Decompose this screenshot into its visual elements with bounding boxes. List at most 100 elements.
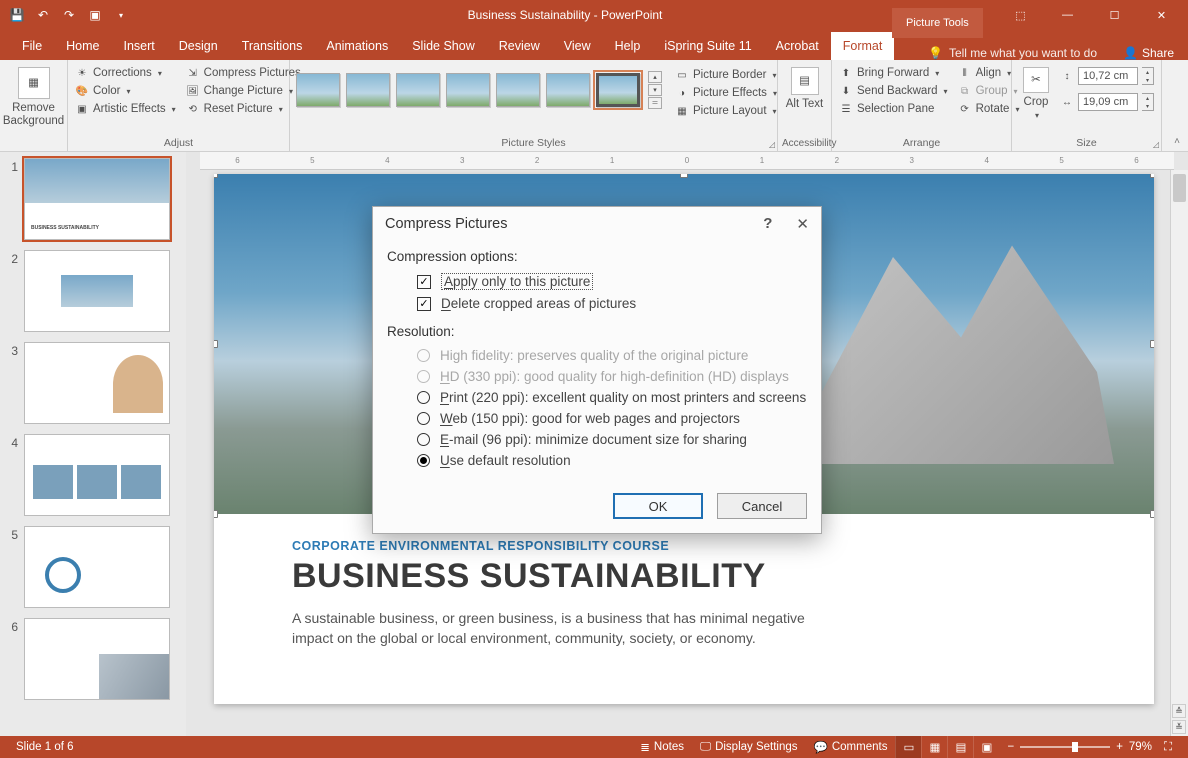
tab-help[interactable]: Help [603,32,653,60]
slide-thumb-1[interactable]: BUSINESS SUSTAINABILITY [24,158,170,240]
slide-thumb-5[interactable] [24,526,170,608]
fit-to-window-icon[interactable]: ⛶ [1158,741,1172,754]
picture-effects-button[interactable]: ◑Picture Effects▾ [672,85,780,101]
notes-button[interactable]: ≣Notes [632,740,692,754]
tab-transitions[interactable]: Transitions [230,32,315,60]
style-thumb[interactable] [296,73,340,107]
close-icon[interactable]: ✕ [1139,0,1184,30]
radio-icon [417,391,430,404]
res-email-radio[interactable]: E-mail (96 ppi): minimize document size … [387,429,807,450]
tab-animations[interactable]: Animations [314,32,400,60]
tab-home[interactable]: Home [54,32,111,60]
style-thumb-selected[interactable] [596,73,640,107]
gallery-more-icon[interactable]: ＝ [648,97,662,109]
selection-pane-button[interactable]: ☰Selection Pane [836,101,951,117]
redo-icon[interactable]: ↷ [58,4,80,26]
tab-file[interactable]: File [10,32,54,60]
apply-only-checkbox[interactable]: ✓ Apply only to this picture [387,270,807,293]
res-web-radio[interactable]: Web (150 ppi): good for web pages and pr… [387,408,807,429]
save-icon[interactable]: 💾 [6,4,28,26]
display-settings-button[interactable]: 🖵Display Settings [692,741,806,754]
size-dialog-launcher-icon[interactable]: ◿ [1153,140,1159,149]
delete-cropped-checkbox[interactable]: ✓ Delete cropped areas of pictures [387,293,807,314]
tab-format[interactable]: Format [831,32,895,60]
reset-picture-button[interactable]: ⟲Reset Picture▾ [183,101,304,117]
bring-forward-icon: ⬆ [839,66,853,80]
height-input[interactable]: 10,72 cm [1078,67,1138,85]
send-backward-button[interactable]: ⬇Send Backward▾ [836,83,951,99]
styles-dialog-launcher-icon[interactable]: ◿ [769,140,775,149]
crop-button[interactable]: ✂ Crop▾ [1016,65,1056,120]
maximize-icon[interactable]: ☐ [1092,0,1137,30]
picture-layout-button[interactable]: ▦Picture Layout▾ [672,103,780,119]
slide-thumb-3[interactable] [24,342,170,424]
artistic-effects-button[interactable]: ▣Artistic Effects▾ [72,101,179,117]
corrections-button[interactable]: ☀Corrections▾ [72,65,179,81]
slide-thumb-6[interactable] [24,618,170,700]
tab-ispring[interactable]: iSpring Suite 11 [652,32,763,60]
zoom-in-icon[interactable]: + [1116,741,1123,753]
zoom-level[interactable]: 79% [1129,741,1152,753]
bring-forward-button[interactable]: ⬆Bring Forward▾ [836,65,951,81]
start-from-beginning-icon[interactable]: ▣ [84,4,106,26]
gallery-up-icon[interactable]: ▴ [648,71,662,83]
comments-button[interactable]: 💬Comments [806,740,896,754]
slide-indicator[interactable]: Slide 1 of 6 [8,741,82,753]
gallery-down-icon[interactable]: ▾ [648,84,662,96]
picture-border-button[interactable]: ▭Picture Border▾ [672,67,780,83]
ok-button[interactable]: OK [613,493,703,519]
scroll-thumb[interactable] [1173,174,1186,202]
cancel-button[interactable]: Cancel [717,493,807,519]
slide-thumbnail-pane[interactable]: 1BUSINESS SUSTAINABILITY 2 3 4 5 6 [0,152,186,736]
res-print-radio[interactable]: Print (220 ppi): excellent quality on mo… [387,387,807,408]
tab-insert[interactable]: Insert [112,32,167,60]
style-thumb[interactable] [346,73,390,107]
tab-acrobat[interactable]: Acrobat [764,32,831,60]
prev-slide-icon[interactable]: ≙ [1172,704,1186,718]
zoom-thumb[interactable] [1072,742,1078,752]
zoom-out-icon[interactable]: − [1007,741,1014,753]
alt-text-button[interactable]: ▤ Alt Text [783,65,827,111]
tab-view[interactable]: View [552,32,603,60]
style-thumb[interactable] [546,73,590,107]
undo-icon[interactable]: ↶ [32,4,54,26]
zoom-slider[interactable]: − + 79% ⛶ [999,741,1180,754]
send-backward-icon: ⬇ [839,84,853,98]
group-styles-label: Picture Styles [294,135,773,151]
vertical-scrollbar[interactable]: ≙ ≚ [1170,170,1188,736]
remove-background-button[interactable]: ▦ Remove Background [3,65,64,127]
dialog-close-icon[interactable]: ✕ [796,215,809,233]
res-default-radio[interactable]: Use default resolution [387,450,807,471]
picture-styles-gallery[interactable]: ▴ ▾ ＝ [294,65,664,109]
compress-pictures-button[interactable]: ⇲Compress Pictures [183,65,304,81]
tab-design[interactable]: Design [167,32,230,60]
style-thumb[interactable] [496,73,540,107]
normal-view-icon[interactable]: ▭ [895,736,921,758]
share-button[interactable]: 👤 Share [1109,46,1188,60]
slide-subtitle: CORPORATE ENVIRONMENTAL RESPONSIBILITY C… [292,539,1054,553]
ribbon-display-options-icon[interactable]: ⬚ [998,0,1043,30]
next-slide-icon[interactable]: ≚ [1172,720,1186,734]
slideshow-view-icon[interactable]: ▣ [973,736,999,758]
help-icon[interactable]: ? [763,215,772,233]
tab-review[interactable]: Review [487,32,552,60]
slide-thumb-4[interactable] [24,434,170,516]
reading-view-icon[interactable]: ▤ [947,736,973,758]
reset-icon: ⟲ [186,102,200,116]
color-button[interactable]: 🎨Color▾ [72,83,179,99]
qat-customize-icon[interactable]: ▾ [110,4,132,26]
tab-slideshow[interactable]: Slide Show [400,32,487,60]
slide-thumb-2[interactable] [24,250,170,332]
style-thumb[interactable] [396,73,440,107]
sorter-view-icon[interactable]: ▦ [921,736,947,758]
minimize-icon[interactable]: — [1045,0,1090,30]
tell-me-search[interactable]: 💡 Tell me what you want to do [916,46,1109,60]
slide-title: BUSINESS SUSTAINABILITY [292,557,1054,596]
change-picture-button[interactable]: 🖼Change Picture▾ [183,83,304,99]
collapse-ribbon-icon[interactable]: ˄ [1174,136,1180,147]
width-input[interactable]: 19,09 cm [1078,93,1138,111]
height-input-row[interactable]: ↕10,72 cm▴▾ [1060,67,1154,85]
height-icon: ↕ [1060,69,1074,83]
style-thumb[interactable] [446,73,490,107]
width-input-row[interactable]: ↔19,09 cm▴▾ [1060,93,1154,111]
